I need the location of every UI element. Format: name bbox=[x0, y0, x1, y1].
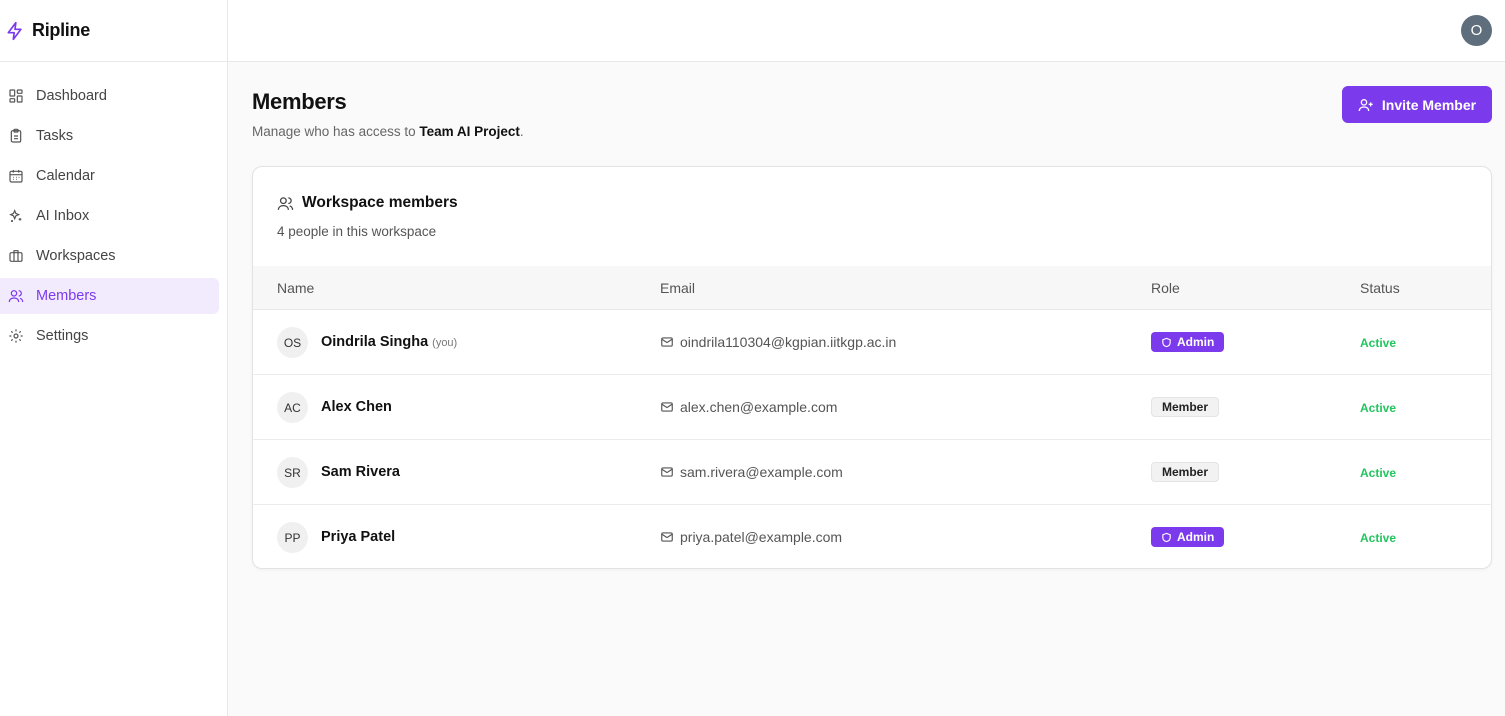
sidebar-item-ai-inbox[interactable]: AI Inbox bbox=[0, 198, 219, 234]
users-icon bbox=[8, 288, 24, 304]
table-row[interactable]: AC Alex Chen alex.chen@example.com Membe… bbox=[253, 375, 1491, 440]
topbar: O bbox=[228, 0, 1505, 62]
card-title: Workspace members bbox=[302, 194, 458, 211]
sidebar-item-label: Members bbox=[36, 288, 97, 304]
status-badge: Active bbox=[1360, 336, 1397, 350]
member-name: Sam Rivera bbox=[321, 464, 400, 480]
column-header-name[interactable]: Name bbox=[277, 280, 314, 296]
mail-icon bbox=[660, 465, 674, 479]
member-name: Oindrila Singha (you) bbox=[321, 334, 457, 350]
member-avatar: AC bbox=[277, 392, 308, 423]
user-plus-icon bbox=[1358, 97, 1374, 113]
project-name: Team AI Project bbox=[419, 124, 520, 139]
column-header-role[interactable]: Role bbox=[1151, 280, 1180, 296]
sidebar-item-label: Calendar bbox=[36, 168, 95, 184]
mail-icon bbox=[660, 400, 674, 414]
member-name: Alex Chen bbox=[321, 399, 392, 415]
sidebar-item-tasks[interactable]: Tasks bbox=[0, 118, 219, 154]
member-name: Priya Patel bbox=[321, 529, 395, 545]
status-badge: Active bbox=[1360, 466, 1397, 480]
member-email-text: sam.rivera@example.com bbox=[680, 464, 843, 480]
member-email-text: oindrila110304@kgpian.iitkgp.ac.in bbox=[680, 334, 897, 350]
member-avatar: OS bbox=[277, 327, 308, 358]
table-header: Name Email Role Status bbox=[253, 266, 1491, 310]
subtitle-suffix: . bbox=[519, 124, 524, 139]
member-email: oindrila110304@kgpian.iitkgp.ac.in bbox=[660, 334, 896, 350]
invite-member-button[interactable]: Invite Member bbox=[1342, 86, 1492, 123]
briefcase-icon bbox=[8, 248, 24, 264]
member-avatar: SR bbox=[277, 457, 308, 488]
member-name-text: Oindrila Singha bbox=[321, 334, 429, 350]
bolt-logo-icon bbox=[5, 21, 25, 41]
status-badge: Active bbox=[1360, 531, 1397, 545]
table-row[interactable]: PP Priya Patel priya.patel@example.com A… bbox=[253, 505, 1491, 568]
gear-icon bbox=[8, 328, 24, 344]
shield-icon bbox=[1161, 337, 1172, 348]
sidebar-item-calendar[interactable]: Calendar bbox=[0, 158, 219, 194]
app-name: Ripline bbox=[32, 20, 90, 40]
role-label: Member bbox=[1162, 400, 1209, 414]
grid-icon bbox=[8, 88, 24, 104]
status-badge: Active bbox=[1360, 401, 1397, 415]
page-title: Members bbox=[252, 89, 347, 114]
sidebar-item-label: Dashboard bbox=[36, 88, 107, 104]
member-avatar: PP bbox=[277, 522, 308, 553]
shield-icon bbox=[1161, 532, 1172, 543]
role-label: Admin bbox=[1177, 530, 1215, 544]
role-badge-member: Member bbox=[1151, 462, 1220, 482]
member-name-text: Priya Patel bbox=[321, 529, 396, 545]
card-subtitle: 4 people in this workspace bbox=[277, 224, 437, 239]
sidebar-item-members[interactable]: Members bbox=[0, 278, 219, 314]
member-name-text: Alex Chen bbox=[321, 399, 392, 415]
table-row[interactable]: OS Oindrila Singha (you) oindrila110304@k… bbox=[253, 310, 1491, 375]
mail-icon bbox=[660, 335, 674, 349]
role-badge-member: Member bbox=[1151, 397, 1220, 417]
sparkles-icon bbox=[8, 208, 24, 224]
sidebar: Ripline Dashboard Tasks Calendar AI Inbo… bbox=[0, 0, 228, 716]
member-email: priya.patel@example.com bbox=[660, 529, 842, 545]
sidebar-nav: Dashboard Tasks Calendar AI Inbox Worksp… bbox=[0, 62, 227, 354]
member-email-text: priya.patel@example.com bbox=[680, 529, 843, 545]
member-email-text: alex.chen@example.com bbox=[680, 399, 838, 415]
sidebar-item-label: Settings bbox=[36, 328, 89, 344]
you-label: (you) bbox=[432, 337, 458, 349]
brand[interactable]: Ripline bbox=[0, 0, 227, 62]
sidebar-item-label: Tasks bbox=[36, 128, 74, 144]
sidebar-item-label: Workspaces bbox=[36, 248, 116, 264]
clipboard-icon bbox=[8, 128, 24, 144]
column-header-status[interactable]: Status bbox=[1360, 280, 1400, 296]
workspace-members-card: Workspace members 4 people in this works… bbox=[252, 166, 1492, 569]
users-icon bbox=[277, 195, 294, 212]
calendar-icon bbox=[8, 168, 24, 184]
sidebar-item-workspaces[interactable]: Workspaces bbox=[0, 238, 219, 274]
member-email: alex.chen@example.com bbox=[660, 399, 837, 415]
column-header-email[interactable]: Email bbox=[660, 280, 695, 296]
role-label: Admin bbox=[1177, 335, 1215, 349]
invite-member-label: Invite Member bbox=[1381, 96, 1477, 113]
sidebar-item-label: AI Inbox bbox=[36, 208, 90, 224]
role-badge-admin: Admin bbox=[1151, 332, 1225, 352]
role-badge-admin: Admin bbox=[1151, 527, 1225, 547]
member-email: sam.rivera@example.com bbox=[660, 464, 843, 480]
table-row[interactable]: SR Sam Rivera sam.rivera@example.com Mem… bbox=[253, 440, 1491, 505]
page-subtitle: Manage who has access to Team AI Project… bbox=[252, 124, 524, 139]
sidebar-item-settings[interactable]: Settings bbox=[0, 318, 219, 354]
member-name-text: Sam Rivera bbox=[321, 464, 400, 480]
role-label: Member bbox=[1162, 465, 1209, 479]
card-header: Workspace members bbox=[277, 194, 458, 212]
user-avatar[interactable]: O bbox=[1461, 15, 1492, 46]
subtitle-prefix: Manage who has access to bbox=[252, 124, 420, 139]
sidebar-item-dashboard[interactable]: Dashboard bbox=[0, 78, 219, 114]
mail-icon bbox=[660, 530, 674, 544]
